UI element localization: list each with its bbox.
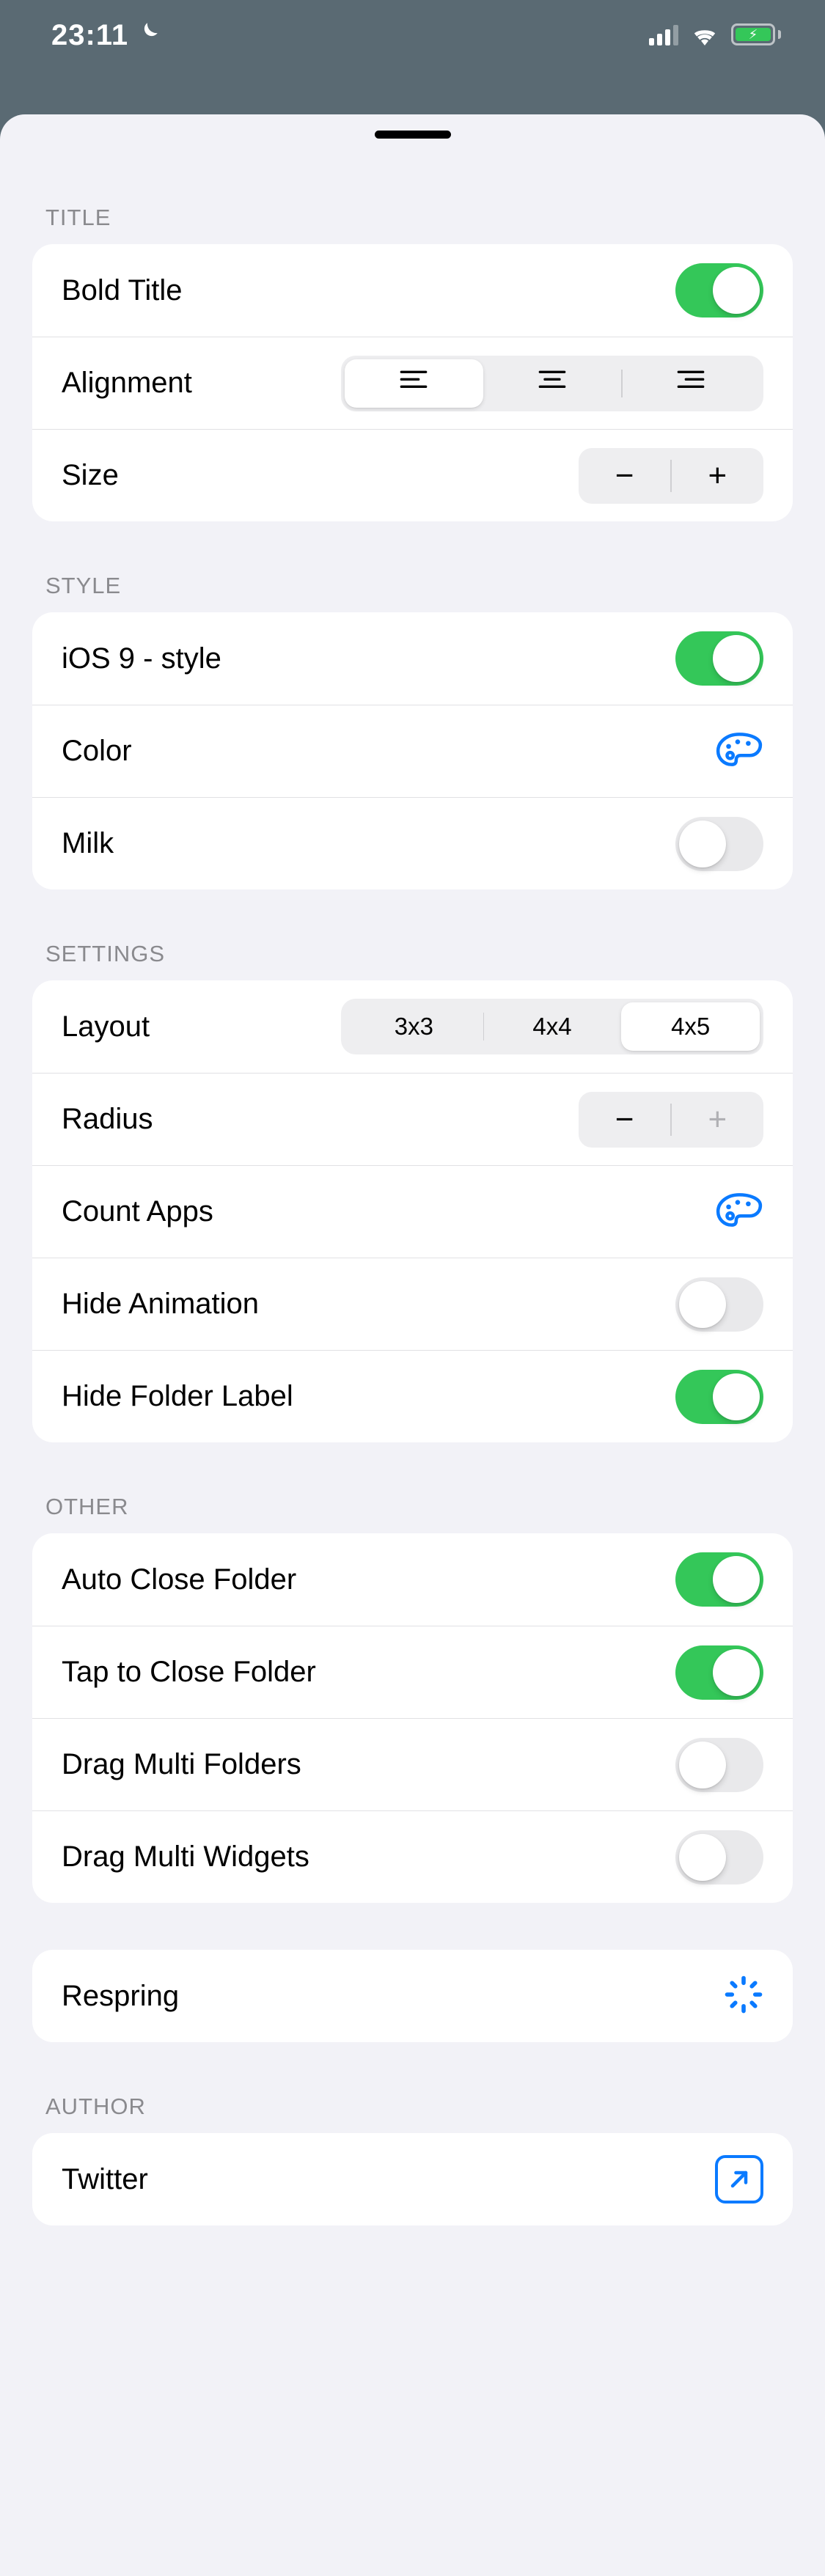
label-layout: Layout [62, 1010, 150, 1043]
group-settings: Layout 3x3 4x4 4x5 Radius − + Count Apps [32, 980, 793, 1442]
stepper-radius-minus[interactable]: − [579, 1092, 670, 1148]
status-bar: 23:11 ⚡︎ [0, 0, 825, 110]
row-alignment: Alignment [32, 337, 793, 429]
section-header-author: AUTHOR [32, 2042, 793, 2133]
spinner-icon [724, 1975, 763, 2018]
sheet-grabber[interactable] [375, 131, 451, 139]
label-color: Color [62, 735, 132, 768]
toggle-drag-multi-widgets[interactable] [675, 1830, 763, 1885]
stepper-size-minus[interactable]: − [579, 448, 670, 504]
group-respring: Respring [32, 1950, 793, 2042]
section-header-style: STYLE [32, 521, 793, 612]
label-bold-title: Bold Title [62, 274, 183, 307]
align-left-icon [399, 370, 428, 397]
row-milk: Milk [32, 797, 793, 889]
label-radius: Radius [62, 1103, 153, 1136]
toggle-auto-close-folder[interactable] [675, 1552, 763, 1607]
group-other: Auto Close Folder Tap to Close Folder Dr… [32, 1533, 793, 1903]
segment-layout-3x3[interactable]: 3x3 [345, 1002, 483, 1051]
align-center-icon [538, 370, 567, 397]
label-respring: Respring [62, 1980, 179, 2013]
stepper-radius-plus[interactable]: + [672, 1092, 763, 1148]
row-twitter[interactable]: Twitter [32, 2133, 793, 2225]
label-milk: Milk [62, 827, 114, 860]
toggle-hide-animation[interactable] [675, 1277, 763, 1332]
label-count-apps: Count Apps [62, 1195, 213, 1228]
stepper-size-plus[interactable]: + [672, 448, 763, 504]
status-left: 23:11 [51, 19, 161, 52]
sheet-content: TITLE Bold Title Alignment [0, 139, 825, 2255]
moon-icon [136, 19, 161, 52]
stepper-radius[interactable]: − + [579, 1092, 763, 1148]
label-tap-close-folder: Tap to Close Folder [62, 1656, 316, 1689]
label-size: Size [62, 459, 119, 492]
row-color[interactable]: Color [32, 705, 793, 797]
section-header-title: TITLE [32, 153, 793, 244]
row-bold-title: Bold Title [32, 244, 793, 337]
toggle-bold-title[interactable] [675, 263, 763, 318]
row-layout: Layout 3x3 4x4 4x5 [32, 980, 793, 1073]
label-drag-multi-widgets: Drag Multi Widgets [62, 1841, 309, 1874]
group-style: iOS 9 - style Color Milk [32, 612, 793, 889]
row-size: Size − + [32, 429, 793, 521]
section-header-other: OTHER [32, 1442, 793, 1533]
segmented-layout[interactable]: 3x3 4x4 4x5 [341, 999, 763, 1054]
segment-align-right[interactable] [621, 359, 760, 408]
label-hide-folder-label: Hide Folder Label [62, 1380, 293, 1413]
toggle-drag-multi-folders[interactable] [675, 1738, 763, 1792]
row-ios9-style: iOS 9 - style [32, 612, 793, 705]
toggle-milk[interactable] [675, 817, 763, 871]
label-alignment: Alignment [62, 367, 192, 400]
status-time: 23:11 [51, 19, 128, 52]
label-hide-animation: Hide Animation [62, 1288, 259, 1321]
group-title: Bold Title Alignment [32, 244, 793, 521]
section-header-settings: SETTINGS [32, 889, 793, 980]
group-author: Twitter [32, 2133, 793, 2225]
cellular-signal-icon [649, 23, 678, 45]
external-link-icon [715, 2155, 763, 2203]
label-twitter: Twitter [62, 2163, 148, 2196]
row-radius: Radius − + [32, 1073, 793, 1165]
segment-align-center[interactable] [483, 359, 622, 408]
settings-sheet: TITLE Bold Title Alignment [0, 114, 825, 2576]
align-right-icon [676, 370, 705, 397]
label-drag-multi-folders: Drag Multi Folders [62, 1748, 301, 1781]
row-respring[interactable]: Respring [32, 1950, 793, 2042]
segment-align-left[interactable] [345, 359, 483, 408]
status-right: ⚡︎ [649, 19, 781, 45]
segment-layout-4x4[interactable]: 4x4 [483, 1002, 622, 1051]
wifi-icon [690, 23, 719, 45]
row-hide-animation: Hide Animation [32, 1258, 793, 1350]
row-hide-folder-label: Hide Folder Label [32, 1350, 793, 1442]
row-drag-multi-folders: Drag Multi Folders [32, 1718, 793, 1810]
bolt-icon: ⚡︎ [749, 28, 758, 41]
segment-layout-4x5[interactable]: 4x5 [621, 1002, 760, 1051]
toggle-tap-close-folder[interactable] [675, 1645, 763, 1700]
segmented-alignment[interactable] [341, 356, 763, 411]
toggle-hide-folder-label[interactable] [675, 1370, 763, 1424]
row-drag-multi-widgets: Drag Multi Widgets [32, 1810, 793, 1903]
palette-icon [715, 731, 763, 771]
row-count-apps[interactable]: Count Apps [32, 1165, 793, 1258]
label-auto-close-folder: Auto Close Folder [62, 1563, 296, 1596]
row-auto-close-folder: Auto Close Folder [32, 1533, 793, 1626]
palette-icon [715, 1192, 763, 1232]
toggle-ios9-style[interactable] [675, 631, 763, 686]
battery-icon: ⚡︎ [731, 23, 781, 45]
row-tap-close-folder: Tap to Close Folder [32, 1626, 793, 1718]
label-ios9-style: iOS 9 - style [62, 642, 221, 675]
stepper-size[interactable]: − + [579, 448, 763, 504]
